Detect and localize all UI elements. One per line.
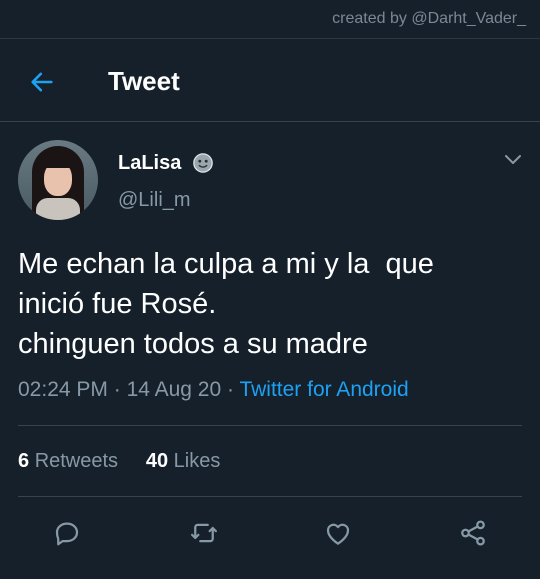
likes-stat[interactable]: 40 Likes [146, 450, 221, 472]
page-title: Tweet [108, 66, 180, 96]
stats-divider [18, 496, 522, 497]
author-handle[interactable]: @Lili_m [118, 189, 191, 212]
creator-credit: created by @Darht_Vader_ [332, 10, 526, 27]
likes-count: 40 [145, 450, 169, 472]
avatar[interactable] [18, 140, 98, 220]
share-icon[interactable] [458, 518, 488, 548]
engagement-stats: 6 Retweets 40 Likes [18, 450, 220, 473]
arrow-left-icon[interactable] [28, 68, 56, 96]
retweets-stat[interactable]: 6 Retweets [18, 450, 118, 472]
tweet-time: 02:24 PM [18, 378, 108, 401]
status-divider [0, 38, 540, 39]
separator-dot: · [113, 378, 127, 401]
tweet-date: 14 Aug 20 [126, 378, 222, 401]
meta-divider [18, 425, 522, 426]
app-header: Tweet [0, 58, 540, 104]
retweets-label: Retweets [34, 450, 119, 472]
tweet-text: Me echan la culpa a mi y la que inició f… [18, 248, 434, 360]
likes-label: Likes [173, 450, 221, 472]
header-divider [0, 121, 540, 122]
heart-icon[interactable] [323, 518, 353, 548]
separator-dot: · [227, 378, 240, 401]
retweet-icon[interactable] [189, 518, 219, 548]
reply-icon[interactable] [52, 518, 82, 548]
retweets-count: 6 [18, 450, 30, 472]
chevron-down-icon[interactable] [504, 152, 522, 166]
smiling-face-icon [193, 153, 213, 173]
tweet-metadata: 02:24 PM · 14 Aug 20 · Twitter for Andro… [18, 378, 409, 402]
author-name[interactable]: LaLisa [118, 152, 181, 175]
tweet-source-link[interactable]: Twitter for Android [239, 378, 408, 401]
